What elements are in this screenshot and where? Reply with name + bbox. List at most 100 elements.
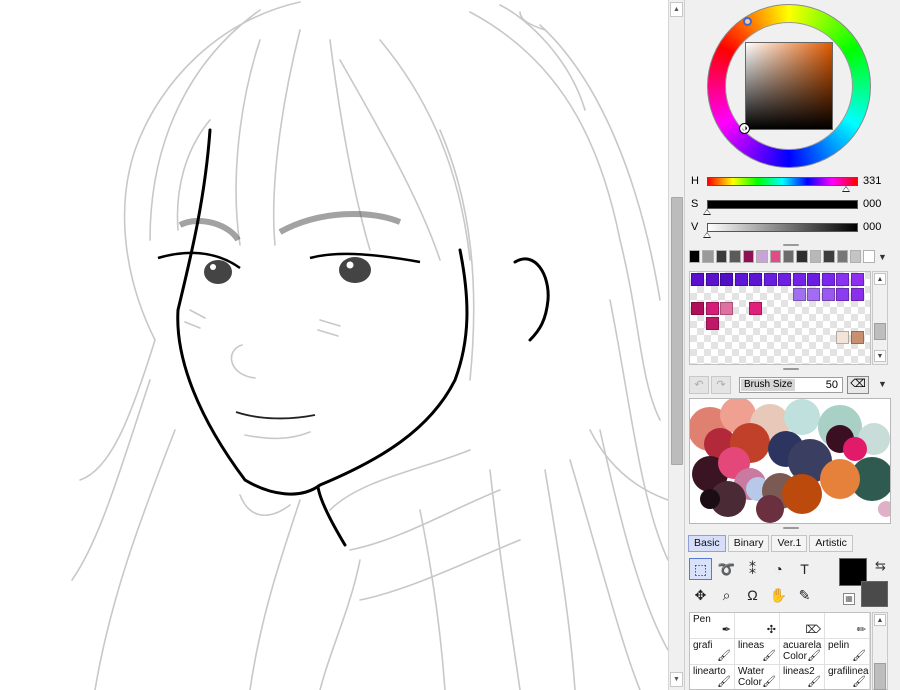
- palette-swatch[interactable]: [850, 331, 864, 344]
- brush-item[interactable]: linearto 🖌: [690, 665, 735, 689]
- history-swatch[interactable]: [850, 250, 862, 263]
- rotate-icon[interactable]: Ω: [741, 584, 764, 606]
- palette-swatch[interactable]: [821, 287, 835, 301]
- color-wheel[interactable]: [707, 4, 871, 168]
- canvas-vertical-scrollbar[interactable]: ▲ ▼: [668, 0, 684, 690]
- brush-size-field[interactable]: Brush Size 50: [739, 377, 843, 393]
- brush-item[interactable]: acuarela Color 🖌: [780, 639, 825, 665]
- brush-scroll-thumb[interactable]: [874, 663, 886, 690]
- rect-select-icon[interactable]: ⬚: [689, 558, 712, 580]
- zoom-icon[interactable]: ⌕: [715, 584, 738, 606]
- background-color[interactable]: [861, 581, 888, 607]
- brush-item[interactable]: ✣: [735, 613, 780, 639]
- undo-icon[interactable]: ↶: [689, 376, 709, 394]
- lasso-icon[interactable]: ➰: [715, 558, 738, 580]
- brush-item[interactable]: Pen ✒: [690, 613, 735, 639]
- palette-swatch[interactable]: [836, 273, 849, 286]
- panel-splitter[interactable]: [687, 243, 897, 247]
- brush-menu-arrow-icon[interactable]: ▼: [878, 379, 887, 389]
- panel-splitter[interactable]: [687, 367, 897, 371]
- sv-marker[interactable]: [739, 123, 750, 134]
- brush-item[interactable]: grafi 🖌: [690, 639, 735, 665]
- saturation-slider[interactable]: [707, 200, 858, 209]
- palette-swatch[interactable]: [763, 273, 777, 286]
- history-swatch[interactable]: [809, 250, 822, 263]
- history-swatch[interactable]: [742, 250, 755, 263]
- text-icon[interactable]: T: [793, 558, 816, 580]
- hue-slider-knob[interactable]: [841, 186, 850, 192]
- swap-colors-icon[interactable]: ⇆: [875, 558, 886, 574]
- brush-list-scrollbar[interactable]: ▲: [872, 612, 888, 690]
- brush-scroll-up-icon[interactable]: ▲: [874, 614, 886, 626]
- scrollbar-thumb[interactable]: [671, 197, 683, 465]
- palette-scrollbar[interactable]: ▲ ▼: [872, 271, 888, 365]
- brush-item[interactable]: ⌦: [780, 613, 825, 639]
- tab-ver1[interactable]: Ver.1: [771, 535, 808, 552]
- drawing-canvas[interactable]: [0, 0, 668, 690]
- history-swatch[interactable]: [756, 250, 768, 263]
- hand-icon[interactable]: ✋: [767, 584, 790, 606]
- eraser-toggle-icon[interactable]: ⌫: [847, 376, 869, 394]
- history-swatch[interactable]: [782, 250, 795, 263]
- value-value[interactable]: 000: [863, 221, 881, 233]
- brush-item[interactable]: pelin 🖌: [825, 639, 870, 665]
- history-swatch[interactable]: [796, 250, 808, 263]
- hue-value[interactable]: 331: [863, 175, 881, 187]
- palette-scroll-thumb[interactable]: [874, 323, 886, 340]
- palette-swatch[interactable]: [705, 316, 719, 330]
- history-menu-arrow-icon[interactable]: ▼: [878, 252, 887, 262]
- tab-basic[interactable]: Basic: [688, 535, 726, 552]
- color-mixing-scratchpad[interactable]: [689, 398, 891, 524]
- palette-swatch[interactable]: [720, 273, 733, 286]
- history-swatch[interactable]: [702, 250, 714, 263]
- hue-marker[interactable]: [743, 17, 752, 26]
- palette-swatch[interactable]: [691, 273, 704, 286]
- value-slider-knob[interactable]: [703, 232, 711, 238]
- palette-swatch[interactable]: [778, 273, 791, 286]
- palette-swatch[interactable]: [749, 302, 762, 315]
- brush-item[interactable]: lineas 🖌: [735, 639, 780, 665]
- palette-swatch[interactable]: [792, 287, 806, 301]
- palette-swatch[interactable]: [836, 287, 849, 301]
- palette-swatch[interactable]: [705, 302, 719, 315]
- history-swatch[interactable]: [715, 250, 728, 263]
- history-swatch[interactable]: [823, 250, 835, 263]
- magic-wand-icon[interactable]: ⁑: [741, 558, 764, 580]
- eyedropper-icon[interactable]: ✎: [793, 584, 816, 606]
- palette-swatch[interactable]: [720, 302, 733, 315]
- brush-item[interactable]: ✏: [825, 613, 870, 639]
- redo-icon[interactable]: ↷: [711, 376, 731, 394]
- saturation-value[interactable]: 000: [863, 198, 881, 210]
- brush-item[interactable]: grafilinea 🖌: [825, 665, 870, 689]
- brush-item[interactable]: Water Color 🖌: [735, 665, 780, 689]
- palette-swatch[interactable]: [705, 273, 719, 286]
- bucket-icon[interactable]: ◔: [767, 558, 790, 580]
- history-swatch[interactable]: [689, 250, 701, 263]
- saturation-slider-knob[interactable]: [703, 209, 711, 215]
- panel-splitter[interactable]: [687, 526, 897, 530]
- history-swatch[interactable]: [836, 250, 849, 263]
- palette-swatch[interactable]: [807, 287, 820, 301]
- palette-swatch[interactable]: [850, 287, 864, 301]
- palette-swatch[interactable]: [691, 302, 704, 315]
- palette-swatch[interactable]: [807, 273, 820, 286]
- brush-size-value[interactable]: 50: [826, 379, 838, 391]
- history-swatch[interactable]: [769, 250, 781, 263]
- hue-slider[interactable]: [707, 177, 858, 186]
- palette-scroll-down-icon[interactable]: ▼: [874, 350, 886, 362]
- palette-swatch[interactable]: [734, 273, 748, 286]
- history-swatch[interactable]: [729, 250, 741, 263]
- tab-artistic[interactable]: Artistic: [809, 535, 853, 552]
- scroll-down-arrow-icon[interactable]: ▼: [670, 672, 683, 687]
- palette-swatch[interactable]: [749, 273, 762, 286]
- move-icon[interactable]: ✥: [689, 584, 712, 606]
- palette-swatch[interactable]: [836, 331, 849, 344]
- saturation-value-square[interactable]: [745, 42, 833, 130]
- brush-item[interactable]: lineas2 🖌: [780, 665, 825, 689]
- palette-swatch[interactable]: [850, 273, 864, 286]
- palette-swatch[interactable]: [821, 273, 835, 286]
- palette-scroll-up-icon[interactable]: ▲: [874, 273, 886, 285]
- palette-swatch[interactable]: [792, 273, 806, 286]
- scroll-up-arrow-icon[interactable]: ▲: [670, 2, 683, 17]
- color-palette-grid[interactable]: [689, 271, 871, 365]
